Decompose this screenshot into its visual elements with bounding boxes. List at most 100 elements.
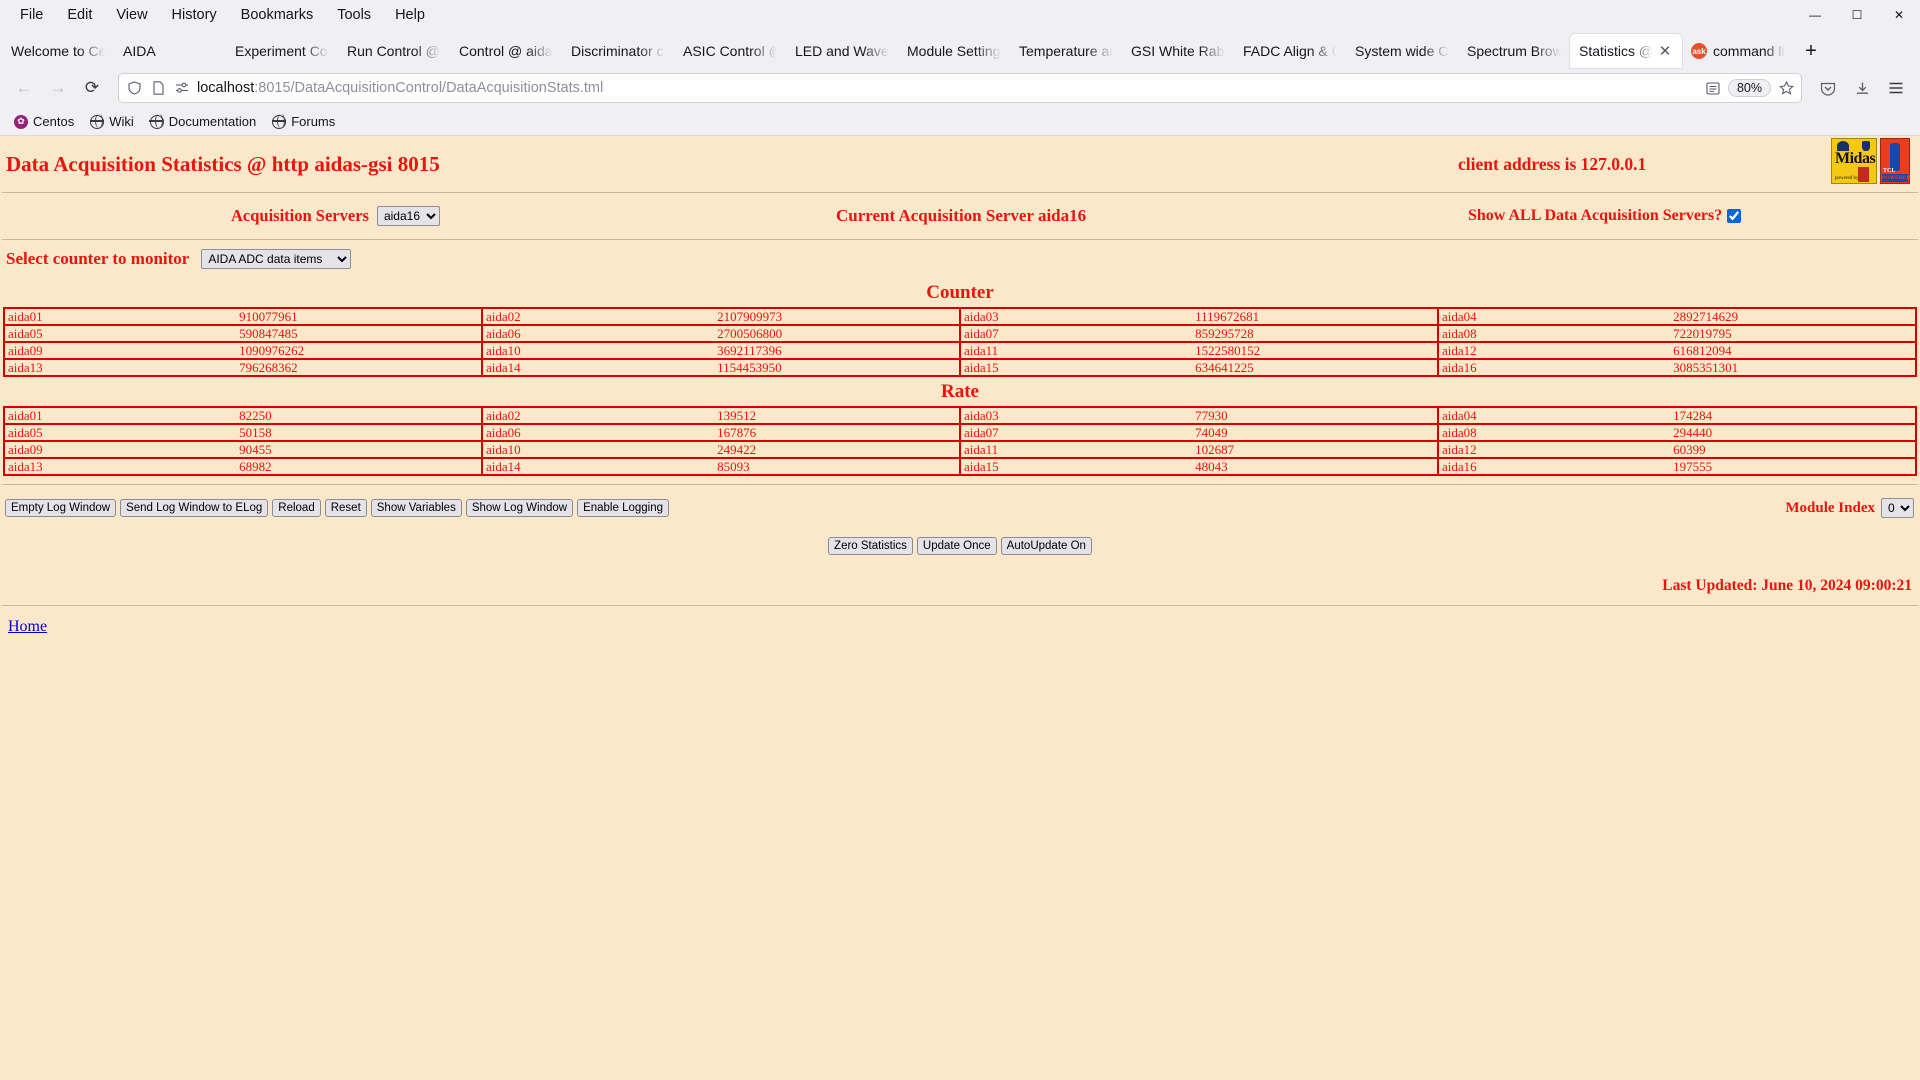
browser-tab-14[interactable]: Statistics @ aidas-gsi✕ [1570, 34, 1682, 68]
server-value-cell: 85093 [717, 457, 960, 476]
browser-tab-1[interactable]: AIDA [114, 34, 226, 68]
browser-tab-13[interactable]: Spectrum Browser [1458, 34, 1570, 68]
server-value-cell: 2700506800 [717, 324, 960, 343]
log-button-show-log-window[interactable]: Show Log Window [465, 499, 574, 517]
server-value-cell: 1522580152 [1195, 341, 1438, 360]
navigation-toolbar: ← → ⟳ localhost:8015/DataAcquisitionCont… [0, 68, 1920, 108]
server-name-cell: aida03 [958, 307, 1196, 326]
page-header: Data Acquisition Statistics @ http aidas… [0, 136, 1920, 192]
menu-file[interactable]: File [8, 4, 55, 26]
bookmark-wiki[interactable]: Wiki [84, 111, 140, 132]
server-name-cell: aida06 [480, 324, 718, 343]
log-button-show-variables[interactable]: Show Variables [370, 499, 462, 517]
module-index-select[interactable]: 0123 [1881, 498, 1914, 518]
table-row: aida01 910077961 aida02 2107909973 aida03 111… [4, 307, 1916, 326]
server-value-cell: 197555 [1673, 457, 1916, 476]
browser-tab-7[interactable]: LED and Waveform [786, 34, 898, 68]
menu-view[interactable]: View [104, 4, 159, 26]
close-window-icon[interactable]: ✕ [1878, 0, 1920, 30]
browser-tab-10[interactable]: GSI White Rabbit [1122, 34, 1234, 68]
new-tab-button[interactable]: + [1794, 34, 1828, 68]
tab-label: Discriminator control [571, 43, 665, 59]
bookmark-centos[interactable]: ✿ Centos [8, 111, 80, 132]
table-row: aida09 90455 aida10 249422 aida11 102687 aida1… [4, 440, 1916, 459]
browser-tab-15[interactable]: ask command line [1682, 34, 1794, 68]
browser-tab-9[interactable]: Temperature and Vol [1010, 34, 1122, 68]
menu-history[interactable]: History [160, 4, 229, 26]
log-button-send-log-window-to-elog[interactable]: Send Log Window to ELog [120, 499, 269, 517]
table-row: aida01 82250 aida02 139512 aida03 77930 aida04… [4, 406, 1916, 425]
tab-label: Experiment Control [235, 43, 329, 59]
action-button-zero-statistics[interactable]: Zero Statistics [828, 537, 913, 555]
tab-close-icon[interactable]: ✕ [1657, 42, 1673, 60]
browser-tab-6[interactable]: ASIC Control @ aidas [674, 34, 786, 68]
server-name-cell: aida14 [480, 457, 718, 476]
minimize-icon[interactable]: — [1794, 0, 1836, 30]
log-button-empty-log-window[interactable]: Empty Log Window [5, 499, 117, 517]
address-bar[interactable]: localhost:8015/DataAcquisitionControl/Da… [118, 73, 1802, 103]
counter-table: aida01 910077961 aida02 2107909973 aida03 111… [3, 307, 1917, 377]
acquisition-server-select[interactable]: aida01aida02aida03aida04aida05aida06aida… [376, 206, 440, 226]
log-button-reload[interactable]: Reload [272, 499, 321, 517]
log-buttons-row: Empty Log Window Send Log Window to ELog R… [0, 495, 1920, 521]
menu-help[interactable]: Help [383, 4, 437, 26]
browser-tab-2[interactable]: Experiment Control [226, 34, 338, 68]
action-button-autoupdate-on[interactable]: AutoUpdate On [1000, 537, 1092, 555]
log-button-reset[interactable]: Reset [324, 499, 367, 517]
server-name-cell: aida05 [4, 324, 240, 343]
server-name-cell: aida04 [1436, 406, 1674, 425]
reload-icon[interactable]: ⟳ [76, 72, 108, 104]
tab-label: Statistics @ aidas-gsi [1579, 43, 1653, 59]
server-name-cell: aida16 [1436, 457, 1674, 476]
home-link[interactable]: Home [0, 618, 47, 636]
server-name-cell: aida08 [1436, 423, 1674, 442]
server-value-cell: 910077961 [239, 307, 482, 326]
back-icon[interactable]: ← [8, 72, 40, 104]
show-all-servers-checkbox[interactable] [1727, 209, 1742, 223]
browser-tab-8[interactable]: Module Settings [898, 34, 1010, 68]
tab-label: Run Control @ aidas-gsi [347, 43, 441, 59]
server-value-cell: 796268362 [239, 358, 482, 377]
server-value-cell: 50158 [239, 423, 482, 442]
server-name-cell: aida10 [480, 341, 718, 360]
server-value-cell: 174284 [1673, 406, 1916, 425]
counter-table-title: Counter [926, 282, 994, 303]
server-value-cell: 1154453950 [717, 358, 960, 377]
downloads-icon[interactable] [1846, 72, 1878, 104]
bookmark-documentation[interactable]: Documentation [144, 111, 262, 132]
menu-bookmarks[interactable]: Bookmarks [229, 4, 326, 26]
tab-label: Control @ aidas-gsi [459, 43, 553, 59]
midas-logo-sub: powered by [1835, 176, 1859, 181]
counter-select[interactable]: AIDA ADC data itemsAIDA ADC data rateAID… [201, 249, 352, 269]
browser-tab-3[interactable]: Run Control @ aidas-gsi [338, 34, 450, 68]
maximize-icon[interactable]: ☐ [1836, 0, 1878, 30]
log-button-enable-logging[interactable]: Enable Logging [577, 499, 670, 517]
server-value-cell: 102687 [1195, 440, 1438, 459]
server-name-cell: aida10 [480, 440, 718, 459]
app-menu-icon[interactable] [1880, 72, 1912, 104]
bookmark-forums[interactable]: Forums [266, 111, 341, 132]
browser-tab-12[interactable]: System wide Controls [1346, 34, 1458, 68]
action-button-update-once[interactable]: Update Once [916, 537, 997, 555]
server-value-cell: 859295728 [1195, 324, 1438, 343]
bookmark-star-icon[interactable] [1777, 79, 1795, 97]
page-icon[interactable] [149, 79, 167, 97]
tab-label: FADC Align & Check [1243, 43, 1337, 59]
menu-tools[interactable]: Tools [325, 4, 383, 26]
permissions-icon[interactable] [173, 79, 191, 97]
server-value-cell: 590847485 [239, 324, 482, 343]
url-text[interactable]: localhost:8015/DataAcquisitionControl/Da… [197, 80, 1698, 96]
browser-tab-11[interactable]: FADC Align & Check [1234, 34, 1346, 68]
browser-tab-4[interactable]: Control @ aidas-gsi [450, 34, 562, 68]
zoom-level-indicator[interactable]: 80% [1727, 79, 1771, 97]
pocket-icon[interactable] [1812, 72, 1844, 104]
reader-view-icon[interactable] [1704, 79, 1722, 97]
browser-tab-5[interactable]: Discriminator control [562, 34, 674, 68]
bookmark-label: Documentation [168, 114, 257, 129]
shield-icon[interactable] [125, 79, 143, 97]
forward-icon[interactable]: → [42, 72, 74, 104]
menu-edit[interactable]: Edit [55, 4, 104, 26]
browser-tab-0[interactable]: Welcome to CentOS [2, 34, 114, 68]
divider-tables [2, 484, 1918, 485]
client-address: client address is 127.0.0.1 [1458, 153, 1647, 174]
